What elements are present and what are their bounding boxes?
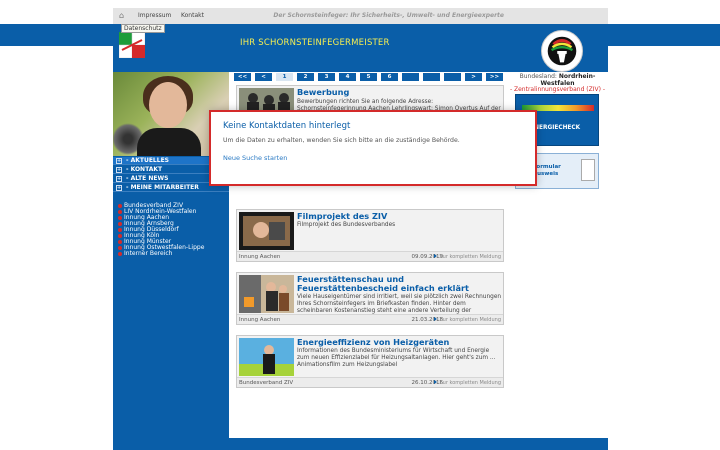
news-title[interactable]: Energieeffizienz von Heizgeräten xyxy=(297,338,503,347)
pager-page-6[interactable]: 6 xyxy=(381,73,398,81)
news-thumbnail-image xyxy=(239,275,294,313)
news-source: Innung Aachen xyxy=(239,317,281,323)
page-frame: ⌂ Impressum Kontakt Der Schornsteinfeger… xyxy=(113,8,608,450)
site-title: IHR SCHORNSTEINFEGERMEISTER xyxy=(240,38,390,48)
news-title[interactable]: Feuerstättenschau und Feuerstättenbesche… xyxy=(297,275,503,293)
pager-prev-button[interactable]: < xyxy=(255,73,272,81)
pager-page-5[interactable]: 5 xyxy=(360,73,377,81)
news-more-label: Zur kompletten Meldung xyxy=(439,380,501,386)
pager-blank-1[interactable] xyxy=(402,73,419,81)
pager-last-button[interactable]: >> xyxy=(486,73,503,81)
pager-page-3[interactable]: 3 xyxy=(318,73,335,81)
page-footer xyxy=(113,438,608,450)
news-title[interactable]: Bewerbung xyxy=(297,88,503,97)
news-card[interactable]: Filmprojekt des ZIV Filmprojekt des Bund… xyxy=(236,209,504,262)
news-more-label: Zur kompletten Meldung xyxy=(439,317,501,323)
sidebar-item-label: - MEINE MITARBEITER xyxy=(126,184,199,191)
news-title[interactable]: Filmprojekt des ZIV xyxy=(297,212,503,221)
face-shape xyxy=(149,82,187,128)
dialog-title: Keine Kontaktdaten hinterlegt xyxy=(223,121,351,131)
site-header: IHR SCHORNSTEINFEGERMEISTER xyxy=(113,24,608,72)
pagination: << < 1 2 3 4 5 6 > >> xyxy=(232,73,507,82)
bullet-icon xyxy=(118,221,122,226)
plus-icon: + xyxy=(116,157,122,164)
pager-page-1[interactable]: 1 xyxy=(276,73,293,81)
sidebar-item-label: - ALTE NEWS xyxy=(126,175,169,182)
impressum-link[interactable]: Impressum xyxy=(138,12,171,19)
bullet-icon xyxy=(118,203,122,208)
pager-page-2[interactable]: 2 xyxy=(297,73,314,81)
datenschutz-tooltip[interactable]: Datenschutz xyxy=(121,24,165,33)
news-footer: Innung Aachen 09.09.2019 Zur kompletten … xyxy=(237,251,503,261)
link-interner-bereich[interactable]: Interner Bereich xyxy=(118,251,204,257)
nrw-coat-of-arms-icon[interactable] xyxy=(119,32,145,58)
pager-first-button[interactable]: << xyxy=(234,73,251,81)
uniform-shape xyxy=(137,128,201,156)
news-more-label: Zur kompletten Meldung xyxy=(439,254,501,260)
sidebar-item-label: - AKTUELLES xyxy=(126,157,170,164)
pager-blank-3[interactable] xyxy=(444,73,461,81)
news-source: Innung Aachen xyxy=(239,254,281,260)
news-more-link[interactable]: Zur kompletten Meldung xyxy=(434,317,501,323)
pager-next-button[interactable]: > xyxy=(465,73,482,81)
pager-page-4[interactable]: 4 xyxy=(339,73,356,81)
kontakt-link[interactable]: Kontakt xyxy=(181,12,204,19)
pager-blank-2[interactable] xyxy=(423,73,440,81)
film-reel-thumbnail-image xyxy=(239,212,294,250)
top-navigation: ⌂ Impressum Kontakt Der Schornsteinfeger… xyxy=(113,8,608,24)
bullet-icon xyxy=(118,215,122,220)
slogan: Der Schornsteinfeger: Ihr Sicherheits-, … xyxy=(273,12,504,19)
bullet-icon xyxy=(118,227,122,232)
association-links: Bundesverband ZIV LIV Nordrhein-Westfale… xyxy=(118,203,204,257)
news-description: Filmprojekt des Bundesverbandes xyxy=(297,222,396,228)
link-label: Interner Bereich xyxy=(124,250,173,257)
news-card[interactable]: Feuerstättenschau und Feuerstättenbesche… xyxy=(236,272,504,325)
bullet-icon xyxy=(118,239,122,244)
bullet-icon xyxy=(118,245,122,250)
plus-icon: + xyxy=(116,175,122,182)
triangle-right-icon xyxy=(434,380,438,384)
chimney-sweep-guild-emblem-icon[interactable] xyxy=(541,30,583,72)
plus-icon: + xyxy=(116,184,122,191)
ziv-label: - Zentralinnungsverband (ZIV) - xyxy=(509,86,606,94)
bullet-icon xyxy=(118,233,122,238)
home-icon[interactable]: ⌂ xyxy=(119,11,127,20)
triangle-right-icon xyxy=(434,317,438,321)
news-description: Informationen des Bundesministeriums für… xyxy=(297,348,496,368)
no-contact-data-dialog: Keine Kontaktdaten hinterlegt Um die Dat… xyxy=(209,110,537,186)
dialog-message: Um die Daten zu erhalten, wenden Sie sic… xyxy=(223,137,460,144)
news-source: Bundesverband ZIV xyxy=(239,380,294,386)
news-more-link[interactable]: Zur kompletten Meldung xyxy=(434,380,501,386)
state-info: Bundesland: Nordrhein-Westfalen - Zentra… xyxy=(509,73,606,94)
sidebar-item-label: - KONTAKT xyxy=(126,166,163,173)
news-thumbnail-image xyxy=(239,338,294,376)
news-footer: Bundesverband ZIV 26.10.2016 Zur komplet… xyxy=(237,377,503,387)
news-more-link[interactable]: Zur kompletten Meldung xyxy=(434,254,501,260)
news-footer: Innung Aachen 21.03.2018 Zur kompletten … xyxy=(237,314,503,324)
document-icon xyxy=(581,159,595,181)
new-search-link[interactable]: Neue Suche starten xyxy=(223,154,287,162)
plus-icon: + xyxy=(116,166,122,173)
news-card[interactable]: Energieeffizienz von Heizgeräten Informa… xyxy=(236,335,504,388)
bullet-icon xyxy=(118,209,122,214)
bullet-icon xyxy=(118,251,122,256)
triangle-right-icon xyxy=(434,254,438,258)
